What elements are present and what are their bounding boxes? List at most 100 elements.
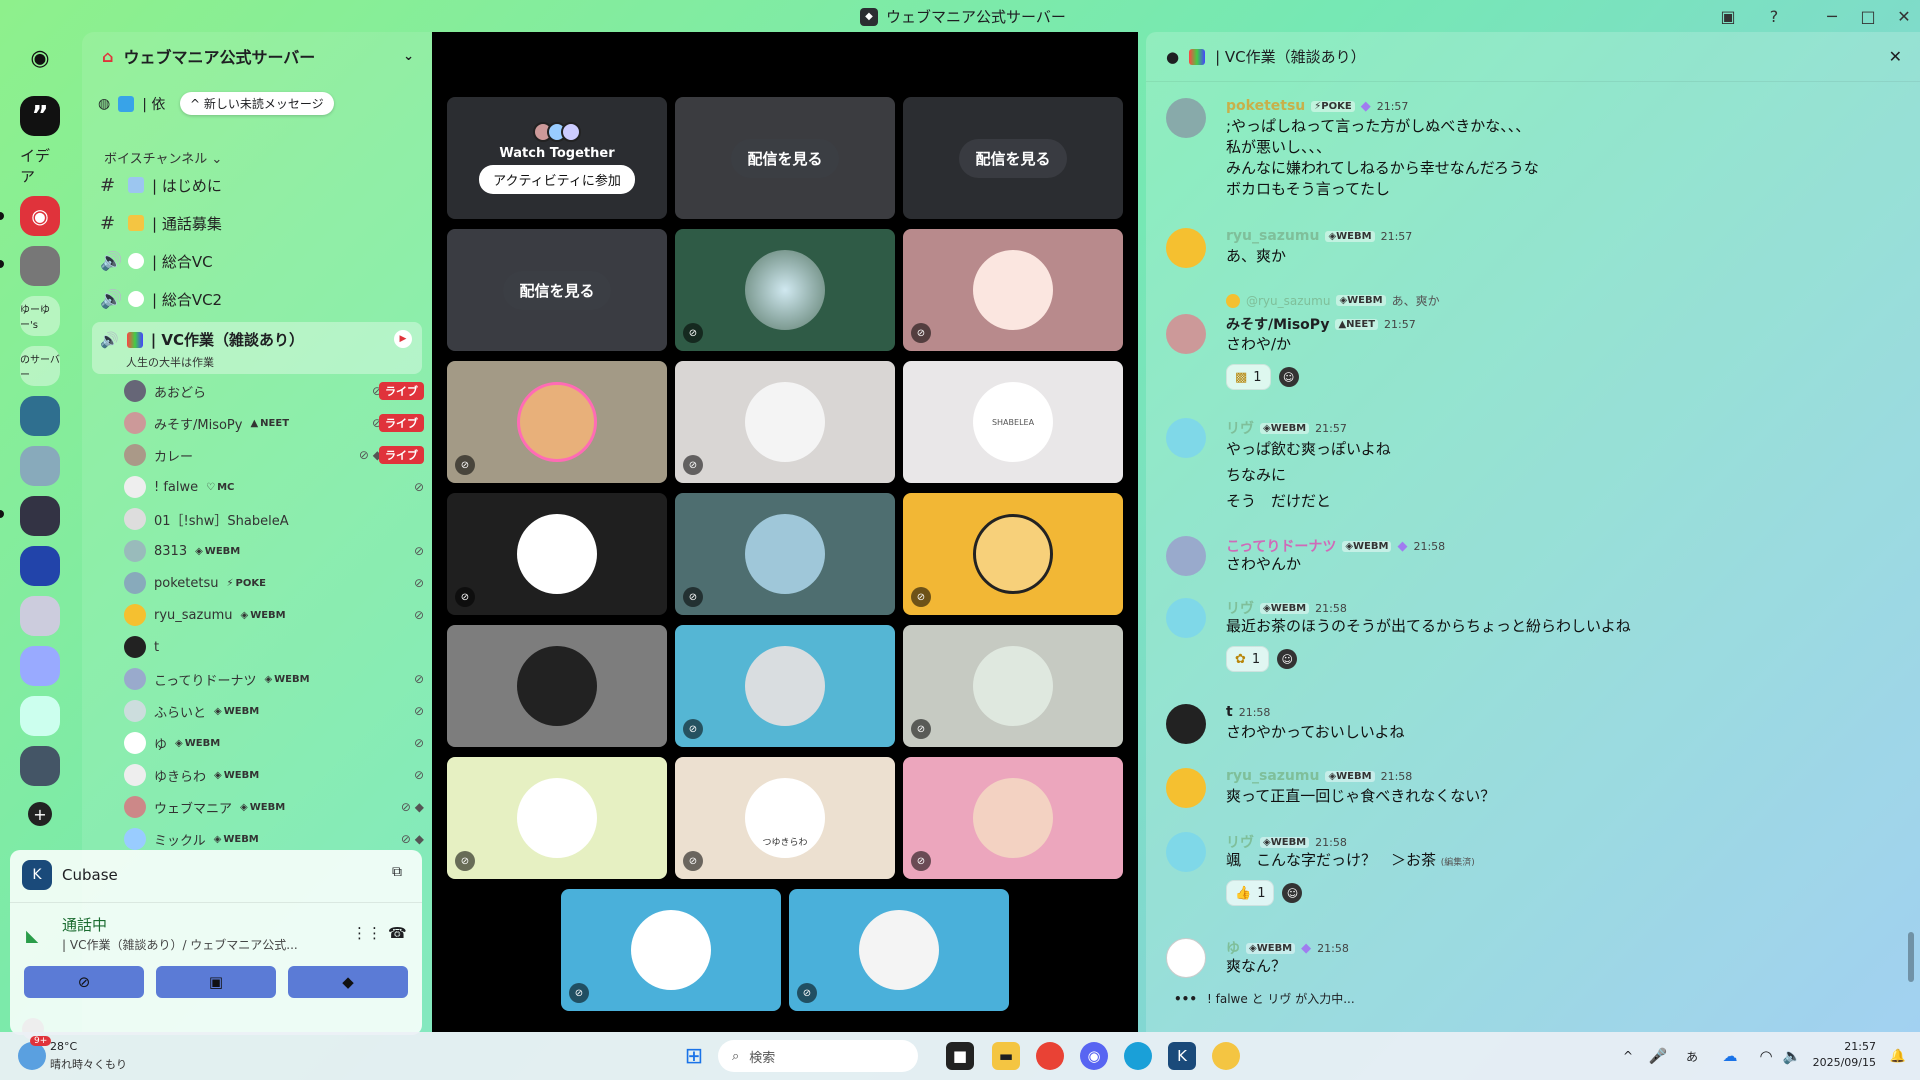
inbox-icon[interactable]: ▣ bbox=[1714, 4, 1742, 28]
close-window-button[interactable]: ✕ bbox=[1890, 4, 1918, 28]
voice-user[interactable]: ゆ ◈ WEBM ⊘ bbox=[124, 730, 424, 756]
clock-date[interactable]: 2025/09/15 bbox=[1806, 1056, 1876, 1069]
reply-preview[interactable]: @ryu_sazumu ◈WEBM あ、爽か bbox=[1226, 292, 1440, 309]
avatar[interactable] bbox=[1166, 228, 1206, 268]
maximize-button[interactable]: □ bbox=[1854, 4, 1882, 28]
participant-tile[interactable]: ⊘ bbox=[447, 757, 667, 879]
server-avatar-6[interactable] bbox=[20, 596, 60, 636]
server-avatar-7[interactable] bbox=[20, 646, 60, 686]
call-status[interactable]: 通話中 bbox=[62, 914, 107, 935]
voice-category-header[interactable]: ボイスチャンネル ⌄ bbox=[104, 148, 222, 167]
reaction-chip[interactable]: ✿ 1 bbox=[1226, 646, 1270, 672]
server-avatar-9[interactable] bbox=[20, 746, 60, 786]
activities-button[interactable]: ◆ bbox=[288, 966, 408, 998]
participant-tile[interactable]: SHABELEA bbox=[903, 361, 1123, 483]
voice-user[interactable]: ウェブマニア ◈ WEBM ⊘ ◆ bbox=[124, 794, 424, 820]
weather-icon[interactable] bbox=[18, 1042, 46, 1070]
server-quotes-icon[interactable]: ” bbox=[20, 96, 60, 136]
participant-tile[interactable]: ⊘ bbox=[675, 229, 895, 351]
voice-user[interactable]: ryu_sazumu ◈ WEBM ⊘ bbox=[124, 602, 424, 628]
minimize-button[interactable]: ─ bbox=[1818, 4, 1846, 28]
avatar[interactable] bbox=[1166, 832, 1206, 872]
voice-user[interactable]: こってりドーナツ ◈ WEBM ⊘ bbox=[124, 666, 424, 692]
avatar[interactable] bbox=[1166, 314, 1206, 354]
participant-tile[interactable]: ⊘ bbox=[675, 361, 895, 483]
call-location[interactable]: | VC作業（雑談あり）/ ウェブマニア公式... bbox=[62, 936, 298, 953]
reaction-chip[interactable]: ▩ 1 bbox=[1226, 364, 1271, 390]
join-activity-button[interactable]: アクティビティに参加 bbox=[479, 165, 635, 194]
signal-icon[interactable]: ◣ bbox=[26, 926, 38, 945]
share-screen-button[interactable]: ▣ bbox=[156, 966, 276, 998]
discord-taskbar-icon[interactable]: ◉ bbox=[1080, 1042, 1108, 1070]
avatar[interactable] bbox=[1166, 704, 1206, 744]
voice-user[interactable]: ミックル ◈ WEBM ⊘ ◆ bbox=[124, 826, 424, 852]
participant-tile[interactable]: ⊘ bbox=[903, 229, 1123, 351]
voice-user[interactable]: ! falwe ♡ MC ⊘ bbox=[124, 474, 424, 500]
start-icon[interactable]: ⊞ bbox=[680, 1042, 708, 1070]
voice-user[interactable]: t bbox=[124, 634, 424, 660]
channel-first[interactable]: ◍ | 依 bbox=[98, 94, 165, 114]
voice-user[interactable]: ふらいと ◈ WEBM ⊘ bbox=[124, 698, 424, 724]
close-chat-icon[interactable]: ✕ bbox=[1889, 47, 1902, 66]
noise-suppression-icon[interactable]: ⋮⋮ bbox=[352, 924, 382, 942]
server-avatar-3[interactable] bbox=[20, 446, 60, 486]
server-avatar-2[interactable] bbox=[20, 396, 60, 436]
channel-sogo-vc[interactable]: 🔊 | 総合VC bbox=[92, 244, 422, 278]
avatar[interactable] bbox=[1166, 536, 1206, 576]
channel-tsuwa-boshu[interactable]: # | 通話募集 bbox=[92, 206, 422, 240]
avatar[interactable] bbox=[1166, 418, 1206, 458]
server-avatar-1[interactable] bbox=[20, 246, 60, 286]
tray-chevron-icon[interactable]: ^ bbox=[1614, 1042, 1642, 1070]
server-avatar-8[interactable] bbox=[20, 696, 60, 736]
participant-tile[interactable]: ⊘ bbox=[903, 625, 1123, 747]
add-reaction-icon[interactable]: ☺ bbox=[1278, 367, 1299, 387]
avatar[interactable] bbox=[1166, 598, 1206, 638]
stream-tile[interactable]: 配信を見る bbox=[675, 97, 895, 219]
voice-user[interactable]: 01［!shw］ShabeleA bbox=[124, 506, 424, 532]
new-messages-pill[interactable]: ^ 新しい未読メッセージ bbox=[180, 92, 334, 115]
participant-tile[interactable]: ⊘ bbox=[447, 361, 667, 483]
channel-sogo-vc2[interactable]: 🔊 | 総合VC2 bbox=[92, 282, 422, 316]
chat-scrollbar[interactable] bbox=[1908, 932, 1914, 982]
avatar[interactable] bbox=[1166, 768, 1206, 808]
help-icon[interactable]: ? bbox=[1760, 4, 1788, 28]
server-header[interactable]: ⌂ ウェブマニア公式サーバー ⌄ bbox=[82, 32, 432, 80]
watch-stream-button[interactable]: 配信を見る bbox=[959, 138, 1067, 178]
task-view-icon[interactable]: ■ bbox=[946, 1042, 974, 1070]
add-reaction-icon[interactable]: ☺ bbox=[1277, 649, 1298, 669]
onedrive-icon[interactable]: ☁ bbox=[1716, 1042, 1744, 1070]
voice-user[interactable]: カレー ⊘ ◆ ライブ bbox=[124, 442, 424, 468]
participant-tile[interactable]: ⊘ bbox=[447, 493, 667, 615]
notifications-icon[interactable]: 🔔 bbox=[1884, 1042, 1912, 1070]
stream-tile[interactable]: 配信を見る bbox=[447, 229, 667, 351]
voice-user[interactable]: ゆきらわ ◈ WEBM ⊘ bbox=[124, 762, 424, 788]
volume-icon[interactable]: 🔈 bbox=[1778, 1042, 1806, 1070]
watch-stream-button[interactable]: 配信を見る bbox=[731, 138, 839, 178]
participant-tile[interactable]: ⊘ bbox=[675, 493, 895, 615]
participant-tile[interactable]: ⊘ bbox=[675, 625, 895, 747]
participant-tile[interactable] bbox=[447, 625, 667, 747]
watch-together-tile[interactable]: Watch Together アクティビティに参加 bbox=[447, 97, 667, 219]
participant-tile[interactable]: ⊘ bbox=[561, 889, 781, 1011]
voice-user[interactable]: あおどら ⊘ ライブ bbox=[124, 378, 424, 404]
activity-popout-icon[interactable]: ⧉ bbox=[392, 864, 402, 880]
disconnect-icon[interactable]: ☎ bbox=[388, 924, 407, 942]
stream-tile[interactable]: 配信を見る bbox=[903, 97, 1123, 219]
server-yuu[interactable]: ゆーゆー's bbox=[20, 296, 60, 336]
server-avatar-4[interactable] bbox=[20, 496, 60, 536]
server-avatar-5[interactable] bbox=[20, 546, 60, 586]
chrome-alt-icon[interactable] bbox=[1212, 1042, 1240, 1070]
channel-vc-sagyo[interactable]: 🔊 | VC作業（雑談あり） 人生の大半は作業 ▶ bbox=[92, 322, 422, 374]
voice-user[interactable]: みそす/MisoPy ▲ NEET ⊘ ライブ bbox=[124, 410, 424, 436]
voice-user[interactable]: poketetsu ⚡ POKE ⊘ bbox=[124, 570, 424, 596]
avatar[interactable] bbox=[1166, 98, 1206, 138]
wifi-icon[interactable]: ◠ bbox=[1752, 1042, 1780, 1070]
watch-stream-button[interactable]: 配信を見る bbox=[503, 270, 611, 310]
reaction-chip[interactable]: 👍 1 bbox=[1226, 880, 1275, 906]
voice-user[interactable]: 8313 ◈ WEBM ⊘ bbox=[124, 538, 424, 564]
file-explorer-icon[interactable]: ▬ bbox=[992, 1042, 1020, 1070]
server-webmania-icon[interactable]: ◉ bbox=[20, 196, 60, 236]
channel-hajimeni[interactable]: # | はじめに bbox=[92, 168, 422, 202]
server-2[interactable]: のサーバー bbox=[20, 346, 60, 386]
taskbar-search[interactable]: ⌕ 検索 bbox=[718, 1040, 918, 1072]
